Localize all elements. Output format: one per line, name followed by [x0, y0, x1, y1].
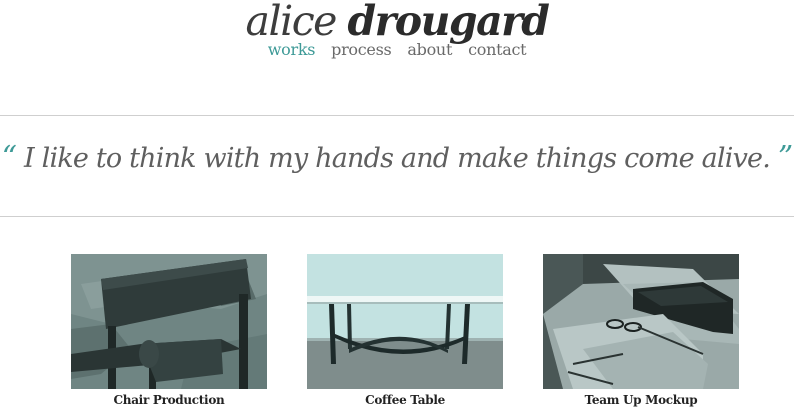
tagline-quote: “ I like to think with my hands and make… [0, 140, 794, 175]
work-item-team-up-mockup[interactable]: Team Up Mockup [543, 254, 739, 407]
work-caption[interactable]: Team Up Mockup [543, 393, 739, 407]
logo-first-name: alice [245, 0, 338, 45]
divider-top [0, 115, 794, 116]
logo-last-name: drougard [347, 0, 550, 45]
coffee-table-image[interactable] [307, 254, 503, 389]
work-item-coffee-table[interactable]: Coffee Table [307, 254, 503, 407]
close-quote-mark: ” [777, 140, 793, 175]
nav-contact[interactable]: contact [468, 40, 526, 59]
team-up-mockup-image[interactable] [543, 254, 739, 389]
nav-about[interactable]: about [407, 40, 452, 59]
nav-works[interactable]: works [268, 40, 316, 59]
chair-production-image[interactable] [71, 254, 267, 389]
work-item-chair-production[interactable]: Chair Production [71, 254, 267, 407]
work-caption[interactable]: Coffee Table [307, 393, 503, 407]
open-quote-mark: “ [1, 140, 17, 175]
main-nav: works process about contact [0, 40, 794, 59]
work-caption[interactable]: Chair Production [71, 393, 267, 407]
nav-process[interactable]: process [331, 40, 392, 59]
divider-bottom [0, 216, 794, 217]
quote-text: I like to think with my hands and make t… [23, 143, 771, 174]
